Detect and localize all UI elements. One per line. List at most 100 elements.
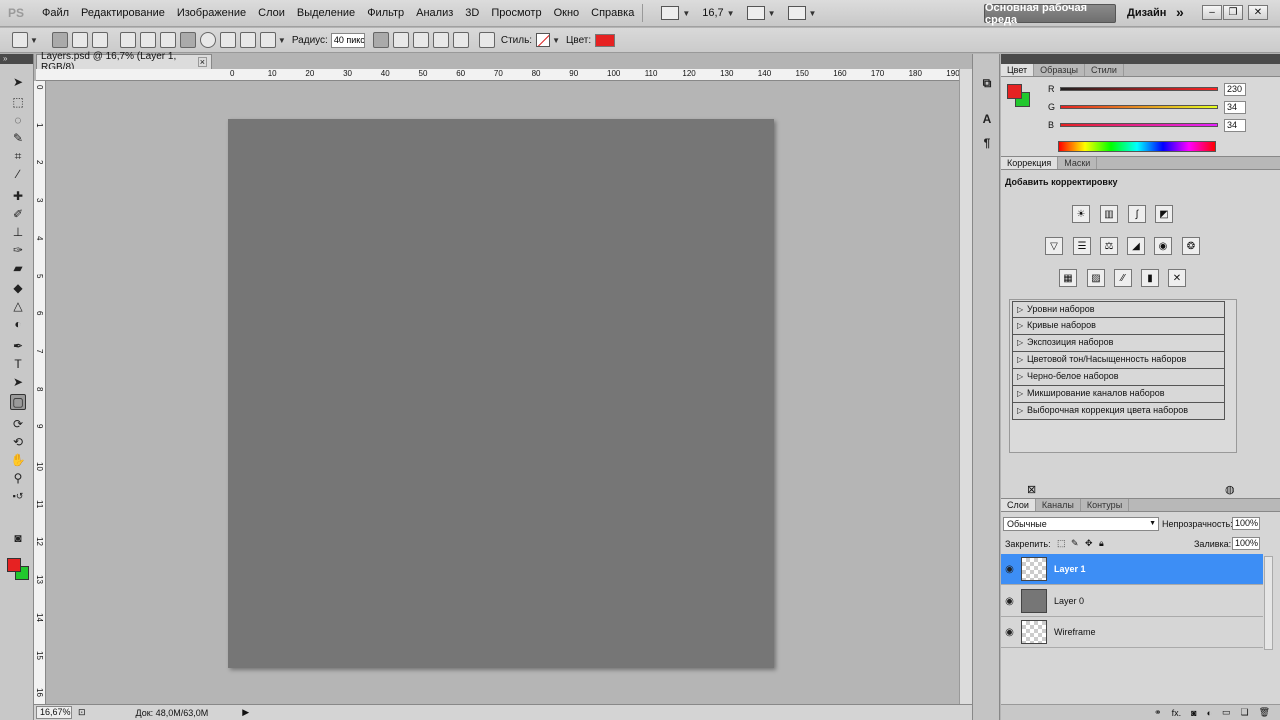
path-selection-tool-icon[interactable]: ➤ — [10, 374, 26, 390]
exclude-shape-icon[interactable] — [452, 32, 469, 48]
tab-styles[interactable]: Стили — [1085, 64, 1124, 76]
brightness-icon[interactable]: ☀ — [1072, 205, 1090, 223]
history-brush-tool-icon[interactable]: ✑ — [10, 242, 26, 258]
red-value[interactable]: 230 — [1224, 82, 1246, 96]
eraser-tool-icon[interactable]: ▰ — [10, 260, 26, 276]
trash-icon[interactable]: 🗑︎ — [1259, 707, 1270, 718]
color-balance-icon[interactable]: ⚖ — [1100, 237, 1118, 255]
link-icon[interactable] — [478, 32, 495, 48]
layer-row[interactable]: ◉ Wireframe — [1001, 617, 1263, 648]
posterize-icon[interactable]: ▨ — [1087, 269, 1105, 287]
tab-paths[interactable]: Контуры — [1081, 499, 1130, 511]
shape-color-swatch[interactable] — [595, 33, 616, 47]
zoom-select[interactable]: 16,7 ▼ — [702, 7, 734, 19]
layer-row[interactable]: ◉ Layer 1 — [1001, 554, 1263, 585]
preset-hue-saturation[interactable]: ▷ Цветовой тон/Насыщенность наборов — [1012, 352, 1225, 369]
black-white-icon[interactable]: ◢ — [1127, 237, 1145, 255]
line-icon[interactable] — [239, 32, 256, 48]
pen-icon[interactable] — [119, 32, 136, 48]
arrange-documents-button[interactable]: ▼ — [746, 6, 776, 20]
folder-icon[interactable]: ▭ — [1222, 707, 1231, 718]
menu-select[interactable]: Выделение — [297, 7, 355, 19]
dodge-tool-icon[interactable]: ◐ — [10, 316, 26, 332]
paths-icon[interactable] — [71, 32, 88, 48]
panels-header[interactable] — [1001, 54, 1280, 64]
blur-tool-icon[interactable]: △ — [10, 298, 26, 314]
close-document-icon[interactable]: × — [197, 57, 207, 67]
status-export-icon[interactable]: ⊡ — [78, 707, 86, 718]
lock-transparent-icon[interactable]: ⬚ — [1057, 538, 1066, 549]
shape-layers-icon[interactable] — [51, 32, 68, 48]
fill-pixels-icon[interactable] — [91, 32, 108, 48]
healing-brush-tool-icon[interactable]: ✚ — [10, 188, 26, 204]
lasso-tool-icon[interactable]: ◌ — [10, 112, 26, 128]
toolbox-header[interactable]: » — [0, 54, 33, 64]
menu-window[interactable]: Окно — [554, 7, 580, 19]
eyedropper-tool-icon[interactable]: ∕ — [10, 166, 26, 182]
clone-stamp-tool-icon[interactable]: ⊥ — [10, 224, 26, 240]
radius-input[interactable] — [330, 32, 365, 48]
return-to-list-icon[interactable]: ⊠ — [1027, 483, 1036, 496]
new-layer-icon[interactable]: ❏ — [1240, 707, 1248, 718]
pen-tool-icon[interactable]: ✒ — [10, 338, 26, 354]
color-spectrum[interactable] — [1058, 141, 1216, 152]
move-tool-icon[interactable]: ➤ — [10, 74, 26, 90]
preset-selective-color[interactable]: ▷ Выборочная коррекция цвета наборов — [1012, 403, 1225, 420]
menu-view[interactable]: Просмотр — [491, 7, 541, 19]
layer-row[interactable]: ◉ Layer 0 — [1001, 586, 1263, 617]
tab-channels[interactable]: Каналы — [1036, 499, 1081, 511]
tool-preset-icon[interactable] — [12, 32, 28, 48]
status-menu-arrow-icon[interactable]: ▶ — [242, 707, 249, 718]
style-picker[interactable] — [536, 33, 551, 47]
crop-tool-icon[interactable]: ⌗ — [10, 148, 26, 164]
mask-icon[interactable]: ◙ — [1191, 708, 1196, 718]
blue-slider[interactable] — [1060, 123, 1218, 127]
selective-color-icon[interactable]: ✕ — [1168, 269, 1186, 287]
add-to-shape-icon[interactable] — [392, 32, 409, 48]
levels-icon[interactable]: ▥ — [1100, 205, 1118, 223]
visibility-eye-icon[interactable]: ◉ — [1001, 596, 1018, 607]
preset-black-white[interactable]: ▷ Черно-белое наборов — [1012, 369, 1225, 386]
rectangle-icon[interactable] — [159, 32, 176, 48]
brush-tool-icon[interactable]: ✐ — [10, 206, 26, 222]
blue-value[interactable]: 34 — [1224, 118, 1246, 132]
3d-rotate-tool-icon[interactable]: ⟳ — [10, 416, 26, 432]
menu-file[interactable]: Файл — [42, 7, 69, 19]
3d-orbit-tool-icon[interactable]: ⟲ — [10, 434, 26, 450]
restore-button[interactable]: ❐ — [1223, 5, 1243, 20]
visibility-eye-icon[interactable]: ◉ — [1001, 564, 1018, 575]
paint-bucket-tool-icon[interactable]: ◆ — [10, 280, 26, 296]
vibrance-icon[interactable]: ▽ — [1045, 237, 1063, 255]
freeform-pen-icon[interactable] — [139, 32, 156, 48]
tab-masks[interactable]: Маски — [1058, 157, 1098, 169]
document-tab[interactable]: Layers.psd @ 16,7% (Layer 1, RGB/8) × — [36, 51, 212, 73]
tab-layers[interactable]: Слои — [1001, 499, 1036, 511]
default-colors-icon[interactable]: ▪↺ — [10, 488, 26, 504]
zoom-tool-icon[interactable]: ⚲ — [10, 470, 26, 486]
new-shape-layer-icon[interactable] — [372, 32, 389, 48]
fill-input[interactable]: 100% — [1232, 537, 1260, 550]
rounded-rectangle-tool-icon[interactable]: ▢ — [10, 394, 26, 410]
menu-edit[interactable]: Редактирование — [81, 7, 165, 19]
threshold-icon[interactable]: ⁄⁄ — [1114, 269, 1132, 287]
layers-scrollbar[interactable] — [1264, 556, 1273, 650]
clip-to-layer-icon[interactable]: ◍ — [1225, 483, 1235, 496]
menu-filter[interactable]: Фильтр — [367, 7, 404, 19]
menu-3d[interactable]: 3D — [465, 7, 479, 19]
preset-channel-mixer[interactable]: ▷ Микширование каналов наборов — [1012, 386, 1225, 403]
document-canvas[interactable] — [228, 119, 774, 668]
menu-analysis[interactable]: Анализ — [416, 7, 453, 19]
link-icon[interactable]: ⚭ — [1154, 707, 1162, 718]
photo-filter-icon[interactable]: ◉ — [1154, 237, 1172, 255]
adjustment-icon[interactable]: ◐ — [1207, 708, 1212, 718]
channel-mixer-icon[interactable]: ❂ — [1182, 237, 1200, 255]
green-slider[interactable] — [1060, 105, 1218, 109]
preset-levels[interactable]: ▷ Уровни наборов — [1012, 301, 1225, 318]
history-panel-icon[interactable]: ⧉ — [979, 76, 995, 92]
more-workspaces-button[interactable]: » — [1176, 4, 1184, 20]
gradient-map-icon[interactable]: ▮ — [1141, 269, 1159, 287]
screen-mode-button[interactable]: ▼ — [661, 6, 690, 20]
lock-position-icon[interactable]: ✥ — [1085, 538, 1093, 549]
intersect-shape-icon[interactable] — [432, 32, 449, 48]
exposure-icon[interactable]: ◩ — [1155, 205, 1173, 223]
